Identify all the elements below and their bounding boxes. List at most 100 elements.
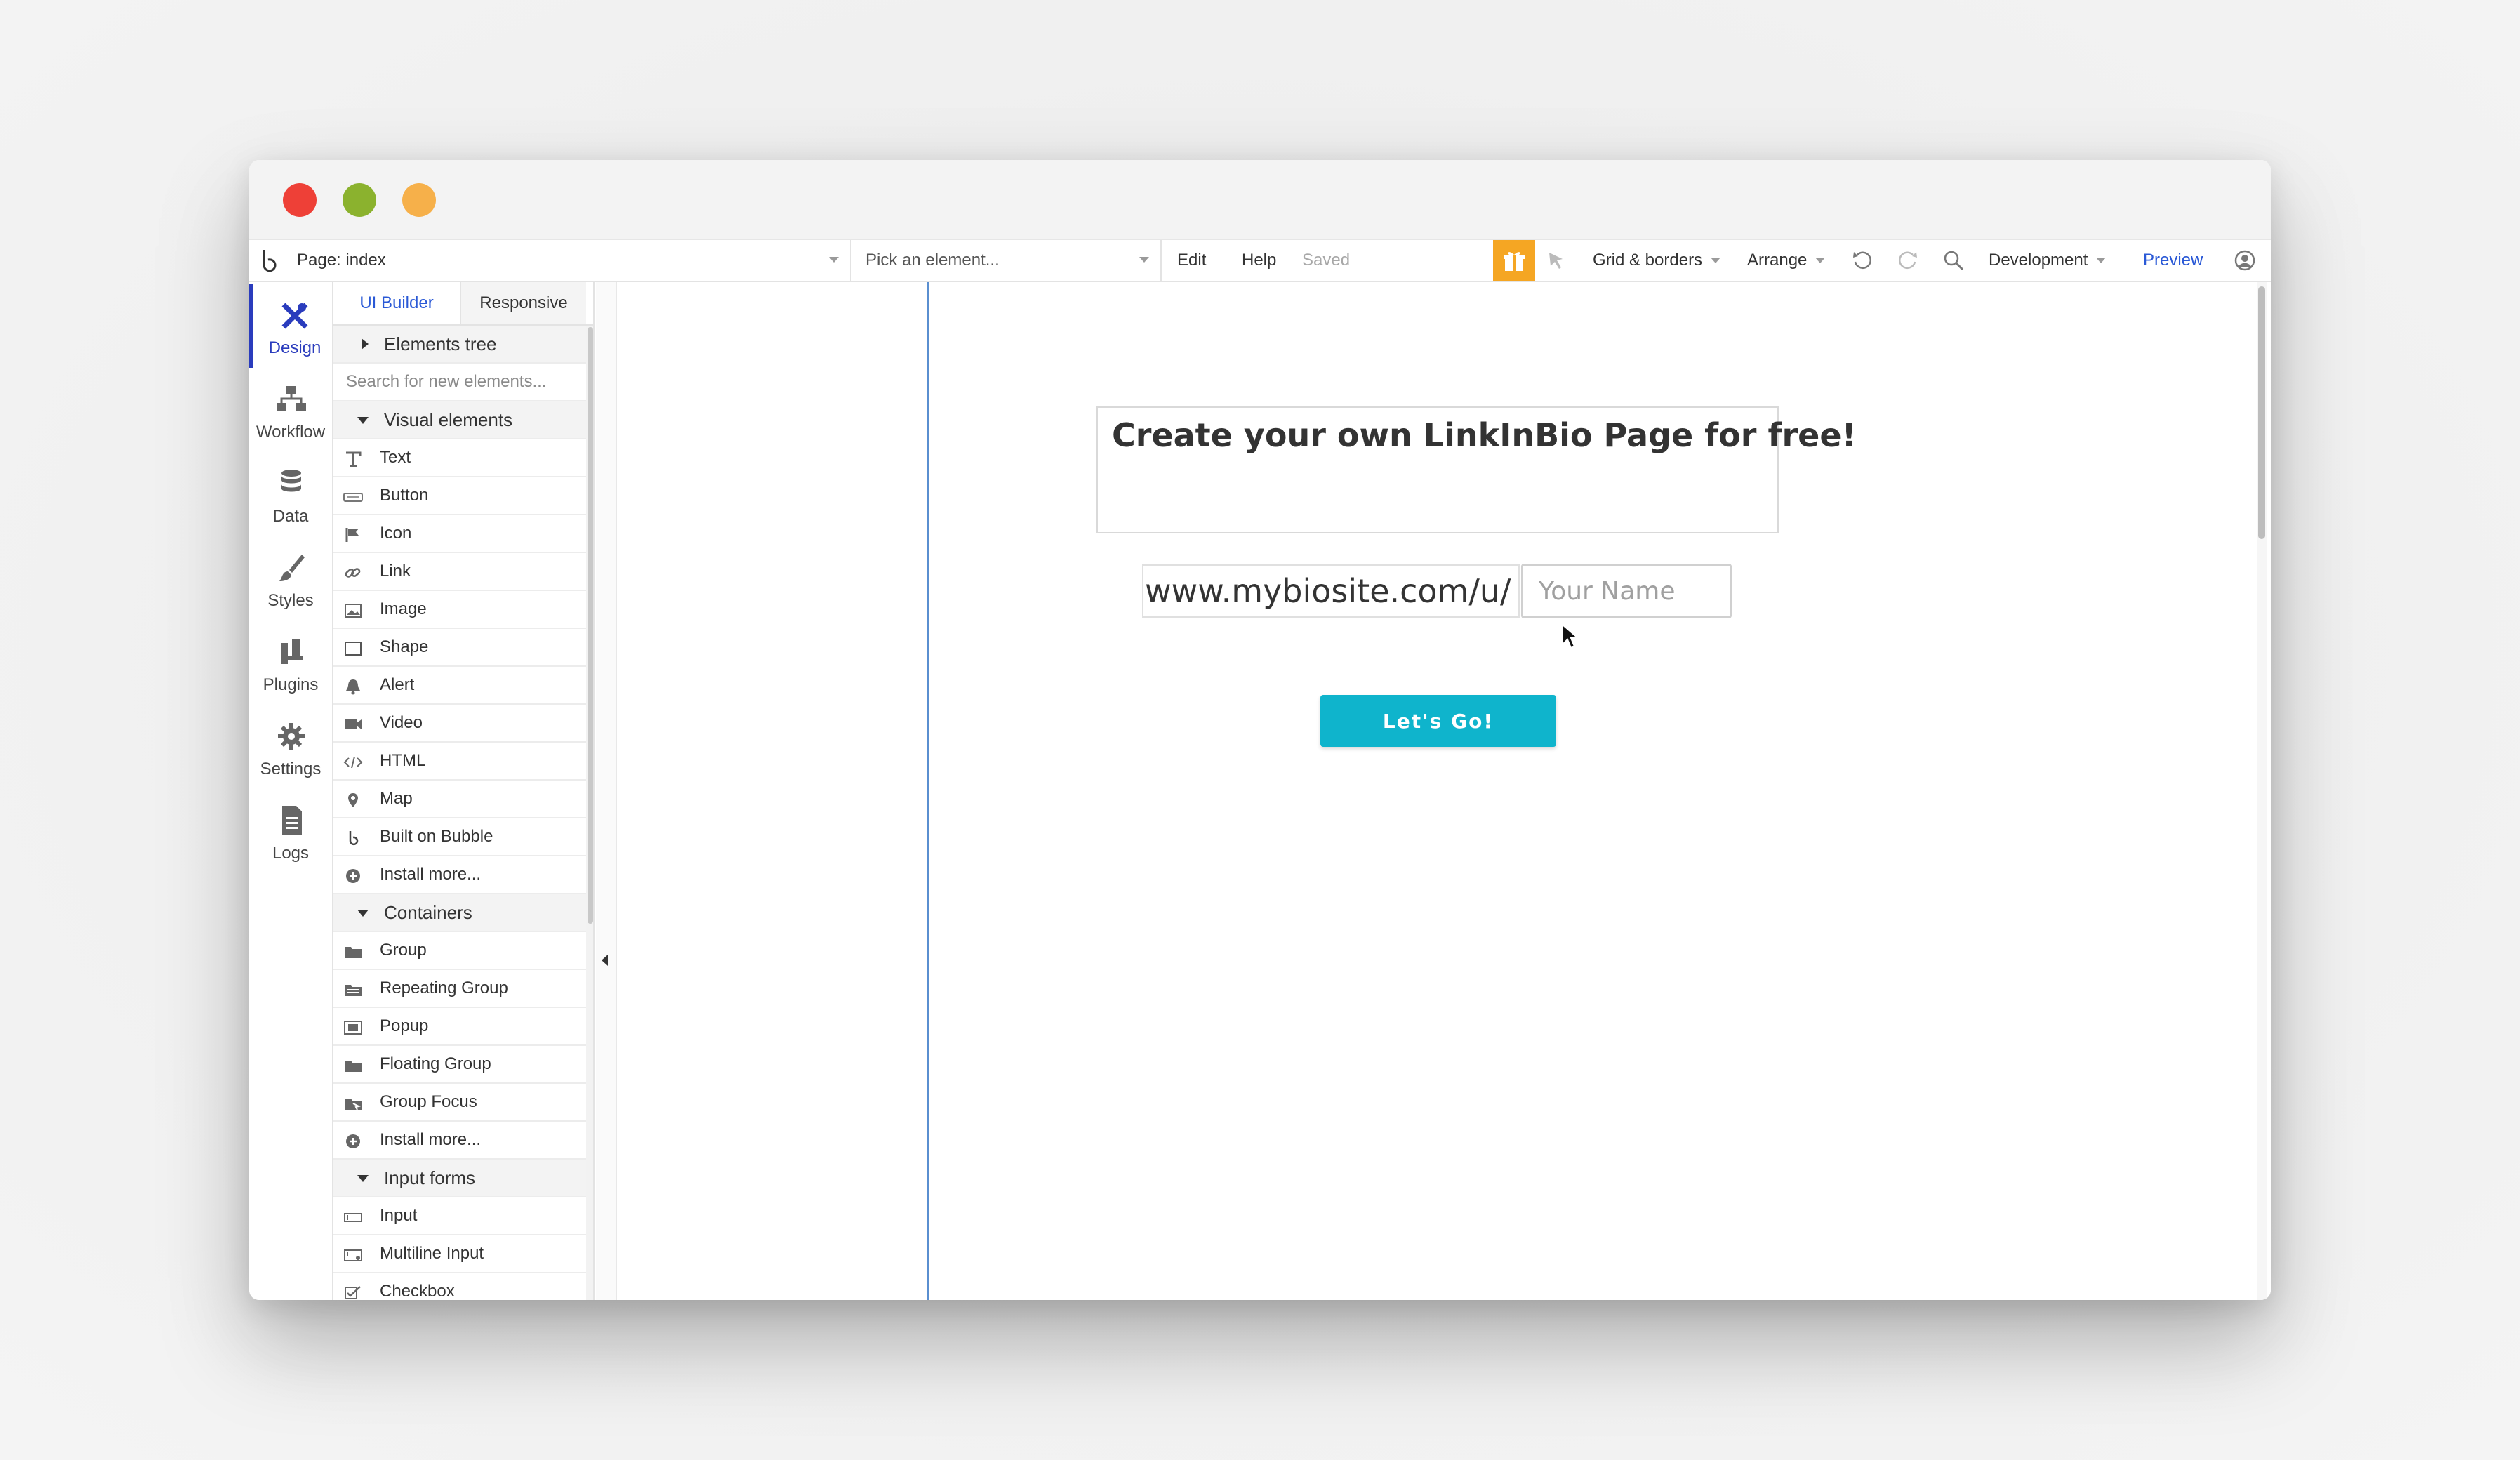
caret-left-icon <box>602 955 608 966</box>
nav-data[interactable]: Data <box>249 452 332 536</box>
plus-circle-icon <box>346 1134 360 1148</box>
caret-down-icon <box>357 417 369 424</box>
bell-icon <box>346 679 360 695</box>
grid-borders-menu[interactable]: Grid & borders <box>1593 240 1721 281</box>
visual-elements-section[interactable]: Visual elements <box>333 401 586 439</box>
containers-section[interactable]: Containers <box>333 894 586 932</box>
tab-ui-builder[interactable]: UI Builder <box>333 282 460 324</box>
palette-item-alert[interactable]: Alert <box>333 667 586 705</box>
palette-item-shape[interactable]: Shape <box>333 629 586 667</box>
nav-plugins[interactable]: Plugins <box>249 620 332 705</box>
palette-item-built-on-bubble[interactable]: Built on Bubble <box>333 818 586 856</box>
palette-item-label: Map <box>380 789 413 808</box>
checkbox-icon <box>345 1286 361 1299</box>
nav-logs[interactable]: Logs <box>249 789 332 873</box>
mouse-pointer-icon <box>1562 623 1580 649</box>
caret-right-icon <box>362 338 369 350</box>
palette-item-label: Video <box>380 713 423 732</box>
palette-item-label: Floating Group <box>380 1054 491 1073</box>
caret-down-icon <box>357 1175 369 1182</box>
palette-item-input[interactable]: Input <box>333 1197 586 1235</box>
nav-design[interactable]: Design <box>249 284 332 368</box>
input-icon <box>344 1213 362 1222</box>
palette-item-label: Link <box>380 562 411 580</box>
element-search-input[interactable]: Search for new elements... <box>333 364 586 401</box>
bubble-logo-icon[interactable] <box>255 240 283 281</box>
elements-tree-label: Elements tree <box>384 333 497 354</box>
input-forms-label: Input forms <box>384 1167 476 1188</box>
input-forms-section[interactable]: Input forms <box>333 1160 586 1197</box>
palette-item-install-more-visual[interactable]: Install more... <box>333 856 586 894</box>
palette-item-button[interactable]: Button <box>333 477 586 515</box>
database-icon <box>281 470 301 492</box>
gear-icon <box>278 723 305 750</box>
palette-item-checkbox[interactable]: Checkbox <box>333 1273 586 1300</box>
palette-item-group[interactable]: Group <box>333 932 586 970</box>
palette-item-link[interactable]: Link <box>333 553 586 591</box>
arrange-menu[interactable]: Arrange <box>1747 240 1826 281</box>
palette-item-html[interactable]: HTML <box>333 743 586 781</box>
editor-toolbar: Page: index Pick an element... Edit Help… <box>249 239 2271 282</box>
palette-item-label: Shape <box>380 637 429 656</box>
palette-item-map[interactable]: Map <box>333 781 586 818</box>
popup-icon <box>344 1021 362 1035</box>
nav-settings[interactable]: Settings <box>249 705 332 789</box>
palette-collapse-handle[interactable] <box>596 282 617 1300</box>
chevron-down-icon <box>1815 258 1826 263</box>
redo-icon[interactable] <box>1894 240 1922 281</box>
select-cursor-icon[interactable] <box>1542 240 1570 281</box>
close-window-button[interactable] <box>283 183 317 217</box>
palette-item-image[interactable]: Image <box>333 591 586 629</box>
palette-item-repeating-group[interactable]: Repeating Group <box>333 970 586 1008</box>
zoom-window-button[interactable] <box>402 183 436 217</box>
flag-icon <box>345 528 359 542</box>
palette-item-install-more-containers[interactable]: Install more... <box>333 1122 586 1160</box>
undo-icon[interactable] <box>1848 240 1876 281</box>
chevron-down-icon <box>1711 258 1721 263</box>
page-selector[interactable]: Page: index <box>283 240 851 281</box>
bubble-logo-icon <box>349 831 359 846</box>
help-menu[interactable]: Help <box>1242 240 1276 281</box>
palette-item-label: Checkbox <box>380 1282 455 1300</box>
palette-item-label: Popup <box>380 1016 429 1035</box>
palette-item-label: Built on Bubble <box>380 827 493 846</box>
palette-item-label: Repeating Group <box>380 978 508 997</box>
palette-item-multiline-input[interactable]: Multiline Input <box>333 1235 586 1273</box>
palette-tabs: UI Builder Responsive <box>333 282 593 326</box>
nav-workflow[interactable]: Workflow <box>249 368 332 452</box>
palette-item-floating-group[interactable]: Floating Group <box>333 1046 586 1084</box>
edit-menu[interactable]: Edit <box>1177 240 1206 281</box>
palette-item-label: Icon <box>380 524 412 543</box>
environment-label: Development <box>1989 251 2088 270</box>
environment-selector[interactable]: Development <box>1989 240 2107 281</box>
palette-item-text[interactable]: Text <box>333 439 586 477</box>
palette-item-icon[interactable]: Icon <box>333 515 586 553</box>
preview-link[interactable]: Preview <box>2143 240 2203 281</box>
lets-go-button[interactable]: Let's Go! <box>1320 695 1556 747</box>
palette-item-popup[interactable]: Popup <box>333 1008 586 1046</box>
headline-text-element[interactable]: Create your own LinkInBio Page for free! <box>1096 406 1857 533</box>
palette-scrollbar-thumb[interactable] <box>588 327 593 924</box>
user-avatar-icon[interactable] <box>2231 240 2259 281</box>
nav-design-label: Design <box>268 338 321 357</box>
minimize-window-button[interactable] <box>343 183 376 217</box>
title-bar <box>249 160 2271 239</box>
palette-item-label: Group <box>380 941 427 960</box>
document-icon <box>282 806 302 835</box>
elements-tree-toggle[interactable]: Elements tree <box>333 326 586 364</box>
tab-responsive[interactable]: Responsive <box>460 282 586 324</box>
canvas-scrollbar-thumb[interactable] <box>2258 286 2265 539</box>
rectangle-icon <box>345 642 362 656</box>
map-pin-icon <box>348 793 358 807</box>
nav-styles[interactable]: Styles <box>249 536 332 620</box>
search-icon[interactable] <box>1939 240 1968 281</box>
palette-item-video[interactable]: Video <box>333 705 586 743</box>
palette-item-group-focus[interactable]: Group Focus <box>333 1084 586 1122</box>
link-icon <box>345 568 361 578</box>
your-name-input[interactable] <box>1521 564 1732 618</box>
gift-icon[interactable] <box>1493 240 1535 281</box>
pick-element-dropdown[interactable]: Pick an element... <box>853 240 1162 281</box>
plus-circle-icon <box>346 869 360 883</box>
url-prefix-text[interactable]: www.mybiosite.com/u/ <box>1142 564 1520 618</box>
image-icon <box>345 604 362 618</box>
